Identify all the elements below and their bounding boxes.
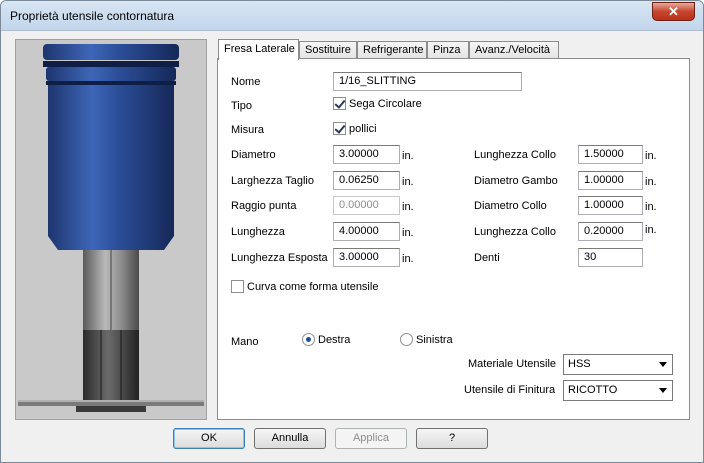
window-title: Proprietà utensile contornatura	[10, 9, 175, 23]
mano-destra-label: Destra	[318, 334, 351, 346]
lunghezza-input[interactable]: 4.00000	[333, 222, 400, 241]
ok-button[interactable]: OK	[173, 428, 245, 449]
lunghezza-collo-2-input[interactable]: 0.20000	[578, 222, 643, 241]
utensile-finitura-label: Utensile di Finitura	[464, 384, 556, 396]
lunghezza-esposta-label: Lunghezza Esposta	[231, 252, 328, 264]
denti-label: Denti	[474, 252, 500, 264]
diametro-collo-input[interactable]: 1.00000	[578, 196, 643, 215]
close-icon: ✕	[668, 4, 679, 19]
larghezza-taglio-unit: in.	[402, 176, 414, 188]
diametro-gambo-label: Diametro Gambo	[474, 175, 558, 187]
materiale-utensile-value: HSS	[568, 358, 591, 370]
raggio-punta-input: 0.00000	[333, 196, 400, 215]
applica-button: Applica	[335, 428, 407, 449]
diametro-gambo-input[interactable]: 1.00000	[578, 171, 643, 190]
raggio-punta-unit: in.	[402, 201, 414, 213]
pollici-label: pollici	[349, 123, 377, 135]
utensile-finitura-select[interactable]: RICOTTO	[563, 380, 673, 401]
lunghezza-esposta-input[interactable]: 3.00000	[333, 248, 400, 267]
diametro-label: Diametro	[231, 149, 276, 161]
tab-pinza[interactable]: Pinza	[427, 41, 469, 59]
diametro-collo-unit: in.	[645, 201, 657, 213]
nome-label: Nome	[231, 76, 261, 88]
sega-circolare-checkbox[interactable]	[333, 97, 346, 110]
materiale-utensile-select[interactable]: HSS	[563, 354, 673, 375]
curva-forma-label: Curva come forma utensile	[247, 281, 379, 293]
chevron-down-icon	[659, 388, 667, 393]
tool-preview	[15, 39, 207, 420]
lunghezza-collo-2-label: Lunghezza Collo	[474, 226, 556, 238]
denti-input[interactable]: 30	[578, 248, 643, 267]
diametro-unit: in.	[402, 150, 414, 162]
lunghezza-label: Lunghezza	[231, 226, 285, 238]
tab-panel-fresa-laterale: Nome 1/16_SLITTING Tipo Sega Circolare M…	[217, 58, 690, 420]
annulla-button[interactable]: Annulla	[254, 428, 326, 449]
lunghezza-collo-unit: in.	[645, 150, 657, 162]
mano-destra-radio[interactable]	[302, 333, 315, 346]
curva-forma-checkbox[interactable]	[231, 280, 244, 293]
help-button[interactable]: ?	[416, 428, 488, 449]
tool-preview-image	[18, 44, 204, 412]
lunghezza-collo-label: Lunghezza Collo	[474, 149, 556, 161]
diametro-gambo-unit: in.	[645, 176, 657, 188]
lunghezza-esposta-unit: in.	[402, 253, 414, 265]
materiale-utensile-label: Materiale Utensile	[468, 358, 557, 370]
sega-circolare-label: Sega Circolare	[349, 98, 422, 110]
diametro-collo-label: Diametro Collo	[474, 200, 547, 212]
title-bar: Proprietà utensile contornatura ✕	[1, 1, 703, 31]
mano-sinistra-radio[interactable]	[400, 333, 413, 346]
lunghezza-unit: in.	[402, 227, 414, 239]
nome-input[interactable]: 1/16_SLITTING	[333, 72, 522, 91]
dialog-client: Fresa Laterale Sostituire Refrigerante P…	[8, 32, 697, 456]
close-button[interactable]: ✕	[652, 2, 695, 21]
raggio-punta-label: Raggio punta	[231, 200, 297, 212]
larghezza-taglio-input[interactable]: 0.06250	[333, 171, 400, 190]
chevron-down-icon	[659, 362, 667, 367]
tab-fresa-laterale[interactable]: Fresa Laterale	[218, 39, 299, 60]
utensile-finitura-value: RICOTTO	[568, 384, 618, 396]
lunghezza-collo-2-unit: in.	[645, 224, 657, 236]
tab-sostituire[interactable]: Sostituire	[299, 41, 357, 59]
mano-label: Mano	[231, 336, 259, 348]
misura-label: Misura	[231, 124, 265, 136]
mano-sinistra-label: Sinistra	[416, 334, 453, 346]
larghezza-taglio-label: Larghezza Taglio	[231, 175, 314, 187]
tab-refrigerante[interactable]: Refrigerante	[357, 41, 427, 59]
lunghezza-collo-input[interactable]: 1.50000	[578, 145, 643, 164]
diametro-input[interactable]: 3.00000	[333, 145, 400, 164]
pollici-checkbox[interactable]	[333, 122, 346, 135]
dialog-window: Proprietà utensile contornatura ✕ Fresa …	[0, 0, 704, 463]
tipo-label: Tipo	[231, 100, 252, 112]
tab-avanz-velocita[interactable]: Avanz./Velocità	[469, 41, 559, 59]
